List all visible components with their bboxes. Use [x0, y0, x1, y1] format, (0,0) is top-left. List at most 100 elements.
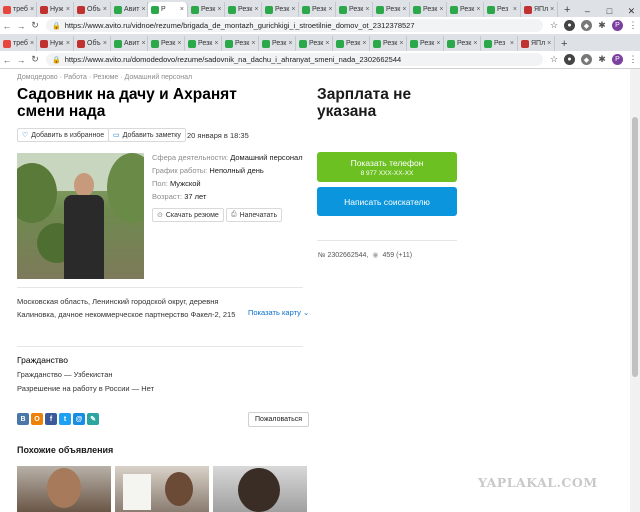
close-icon[interactable]: ✕ — [620, 6, 640, 17]
tab-close-icon[interactable]: × — [251, 40, 255, 47]
tab-close-icon[interactable]: × — [217, 6, 221, 13]
add-note-button[interactable]: ▭ Добавить заметку — [108, 128, 186, 142]
tab-close-icon[interactable]: × — [325, 40, 329, 47]
tab-close-icon[interactable]: × — [30, 40, 34, 47]
tab-b-14[interactable]: ЯПл × — [518, 36, 555, 51]
star-icon[interactable]: ☆ — [547, 20, 561, 31]
maximize-icon[interactable]: □ — [598, 6, 620, 17]
tab-close-icon[interactable]: × — [513, 6, 517, 13]
tab-a-5[interactable]: Резк × — [188, 2, 225, 17]
tab-b-2[interactable]: Объ × — [74, 36, 111, 51]
tab-b-5[interactable]: Резк × — [185, 36, 222, 51]
tab-a-4[interactable]: Р × — [148, 2, 188, 17]
tab-a-1[interactable]: Нуж × — [37, 2, 74, 17]
tab-close-icon[interactable]: × — [399, 40, 403, 47]
tab-a-8[interactable]: Резк × — [299, 2, 336, 17]
tab-close-icon[interactable]: × — [362, 40, 366, 47]
ok-icon[interactable]: О — [31, 413, 43, 425]
tab-a-6[interactable]: Резк × — [225, 2, 262, 17]
back-icon[interactable]: ← — [0, 55, 14, 65]
tab-close-icon[interactable]: × — [180, 6, 184, 13]
tab-b-12[interactable]: Резк × — [444, 36, 481, 51]
tab-close-icon[interactable]: × — [365, 6, 369, 13]
tab-close-icon[interactable]: × — [142, 6, 146, 13]
tab-b-8[interactable]: Резк × — [296, 36, 333, 51]
tab-b-1[interactable]: Нуж × — [37, 36, 74, 51]
vk-icon[interactable]: В — [17, 413, 29, 425]
breadcrumb[interactable]: Домодедово · Работа · Резюме · Домашний … — [17, 74, 192, 81]
star-icon[interactable]: ☆ — [547, 54, 561, 65]
tab-a-10[interactable]: Резк × — [373, 2, 410, 17]
menu-icon[interactable]: ⋮ — [626, 20, 640, 31]
tab-a-9[interactable]: Резк × — [336, 2, 373, 17]
tab-close-icon[interactable]: × — [177, 40, 181, 47]
tab-close-icon[interactable]: × — [254, 6, 258, 13]
shield-icon[interactable]: ◆ — [581, 20, 592, 31]
forward-icon[interactable]: → — [14, 21, 28, 31]
tab-b-3[interactable]: Авит × — [111, 36, 148, 51]
scrollbar-thumb[interactable] — [632, 117, 638, 377]
scrollbar[interactable] — [630, 69, 640, 512]
twitter-icon[interactable]: t — [59, 413, 71, 425]
candidate-photo[interactable] — [17, 153, 144, 279]
avatar[interactable]: P — [612, 20, 623, 31]
tab-close-icon[interactable]: × — [66, 40, 70, 47]
tab-b-10[interactable]: Резк × — [370, 36, 407, 51]
tab-b-4[interactable]: Резк × — [148, 36, 185, 51]
tab-a-14[interactable]: ЯПл × — [521, 2, 558, 17]
tab-close-icon[interactable]: × — [142, 40, 146, 47]
tab-b-11[interactable]: Резк × — [407, 36, 444, 51]
tab-close-icon[interactable]: × — [103, 6, 107, 13]
avatar[interactable]: P — [612, 54, 623, 65]
print-button[interactable]: ⎙ Напечатать — [226, 208, 283, 222]
mail-icon[interactable]: @ — [73, 413, 85, 425]
forward-icon[interactable]: → — [14, 55, 28, 65]
tab-close-icon[interactable]: × — [66, 6, 70, 13]
shield-icon[interactable]: ◆ — [581, 54, 592, 65]
tab-b-13[interactable]: Рез × — [481, 36, 518, 51]
back-icon[interactable]: ← — [0, 21, 14, 31]
tab-a-7[interactable]: Резк × — [262, 2, 299, 17]
tab-b-7[interactable]: Резк × — [259, 36, 296, 51]
puzzle-icon[interactable]: ✱ — [595, 20, 609, 31]
tab-a-13[interactable]: Рез × — [484, 2, 521, 17]
reload-icon[interactable]: ↻ — [28, 20, 42, 31]
address-bar-2[interactable]: 🔒 https://www.avito.ru/domodedovo/rezume… — [46, 53, 543, 66]
tab-close-icon[interactable]: × — [288, 40, 292, 47]
livejournal-icon[interactable]: ✎ — [87, 413, 99, 425]
tab-b-9[interactable]: Резк × — [333, 36, 370, 51]
download-resume-button[interactable]: ⊙ Скачать резюме — [152, 208, 224, 222]
new-tab-button[interactable]: + — [558, 4, 576, 16]
add-favorite-button[interactable]: ♡ Добавить в избранное — [17, 128, 110, 142]
tab-close-icon[interactable]: × — [439, 6, 443, 13]
complain-button[interactable]: Пожаловаться — [248, 412, 310, 427]
tab-a-2[interactable]: Объ × — [74, 2, 111, 17]
tab-close-icon[interactable]: × — [550, 6, 554, 13]
tab-a-0[interactable]: треб × — [0, 2, 37, 17]
menu-icon[interactable]: ⋮ — [626, 54, 640, 65]
tab-a-3[interactable]: Авит × — [111, 2, 148, 17]
similar-item-photo[interactable] — [17, 466, 111, 512]
tab-close-icon[interactable]: × — [510, 40, 514, 47]
write-to-candidate-button[interactable]: Написать соискателю — [317, 187, 457, 216]
tab-close-icon[interactable]: × — [30, 6, 34, 13]
address-bar[interactable]: 🔒 https://www.avito.ru/vidnoe/rezume/bri… — [46, 19, 543, 32]
tab-close-icon[interactable]: × — [214, 40, 218, 47]
tab-close-icon[interactable]: × — [328, 6, 332, 13]
tab-close-icon[interactable]: × — [476, 6, 480, 13]
tab-close-icon[interactable]: × — [547, 40, 551, 47]
minimize-icon[interactable]: – — [576, 6, 598, 17]
tab-close-icon[interactable]: × — [402, 6, 406, 13]
tab-b-0[interactable]: треб × — [0, 36, 37, 51]
similar-item-photo[interactable] — [115, 466, 209, 512]
puzzle-icon[interactable]: ✱ — [595, 54, 609, 65]
tab-close-icon[interactable]: × — [103, 40, 107, 47]
extension-icon[interactable]: ● — [564, 54, 575, 65]
show-phone-button[interactable]: Показать телефон 8 977 XXX-XX-XX — [317, 152, 457, 182]
new-tab-button-2[interactable]: + — [555, 38, 573, 50]
show-map-link[interactable]: Показать карту ⌄ — [248, 308, 309, 317]
tab-close-icon[interactable]: × — [291, 6, 295, 13]
tab-close-icon[interactable]: × — [473, 40, 477, 47]
tab-close-icon[interactable]: × — [436, 40, 440, 47]
tab-a-11[interactable]: Резк × — [410, 2, 447, 17]
